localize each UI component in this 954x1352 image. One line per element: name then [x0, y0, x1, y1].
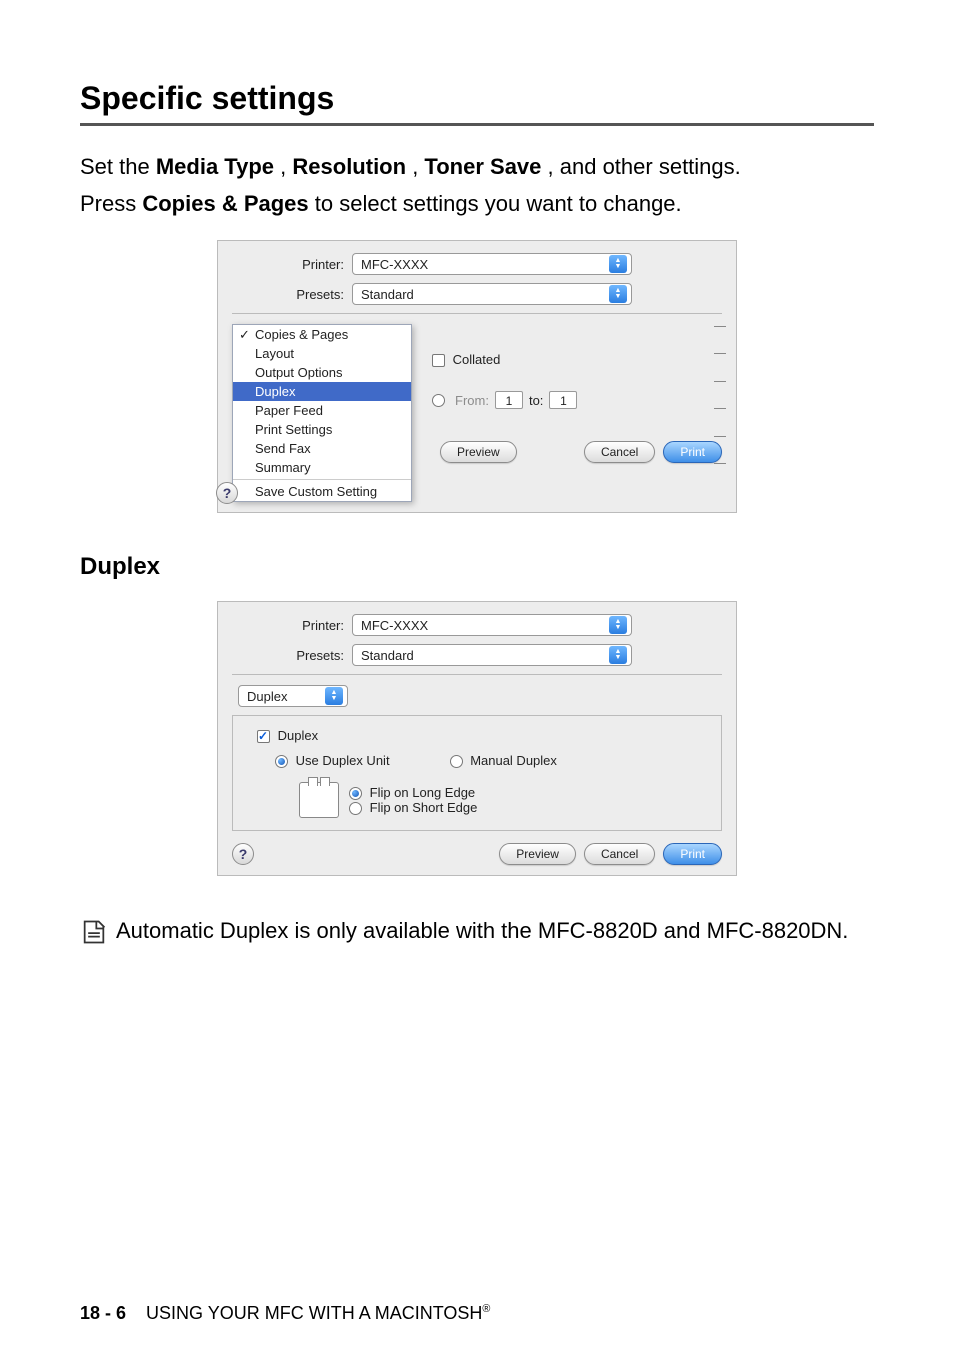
text: , and other settings. — [548, 154, 741, 179]
from-label: From: — [455, 393, 489, 408]
chevron-updown-icon: ▲▼ — [609, 285, 627, 303]
menu-item-copies-pages[interactable]: Copies & Pages — [233, 325, 411, 344]
menu-item-layout[interactable]: Layout — [233, 344, 411, 363]
chevron-updown-icon: ▲▼ — [609, 646, 627, 664]
intro-line-2: Press Copies & Pages to select settings … — [80, 187, 874, 220]
section-title: Specific settings — [80, 80, 874, 126]
help-button[interactable]: ? — [232, 843, 254, 865]
print-dialog-duplex: Printer: MFC-XXXX ▲▼ Presets: Standard ▲… — [217, 601, 737, 876]
collated-label: Collated — [453, 352, 501, 367]
from-field[interactable]: 1 — [495, 391, 523, 409]
from-radio[interactable] — [432, 394, 445, 407]
help-button[interactable]: ? — [216, 482, 238, 504]
cancel-button[interactable]: Cancel — [584, 441, 655, 463]
flip-short-edge-radio[interactable] — [349, 802, 362, 815]
to-label: to: — [529, 393, 543, 408]
bold-copies-pages: Copies & Pages — [142, 191, 308, 216]
printer-select[interactable]: MFC-XXXX ▲▼ — [352, 614, 632, 636]
manual-duplex-radio[interactable] — [450, 755, 463, 768]
text: to select settings you want to change. — [315, 191, 682, 216]
decorative-lines — [714, 326, 726, 464]
page-footer: 18 - 6 USING YOUR MFC WITH A MACINTOSH® — [80, 1303, 490, 1324]
bold-media-type: Media Type — [156, 154, 274, 179]
menu-item-paper-feed[interactable]: Paper Feed — [233, 401, 411, 420]
presets-label: Presets: — [232, 648, 352, 663]
panel-select[interactable]: Duplex ▲▼ — [238, 685, 348, 707]
chevron-updown-icon: ▲▼ — [325, 687, 343, 705]
duplex-diagram-icon — [299, 782, 339, 818]
menu-item-output-options[interactable]: Output Options — [233, 363, 411, 382]
manual-duplex-label: Manual Duplex — [470, 753, 557, 768]
note-icon — [80, 918, 110, 955]
cancel-button[interactable]: Cancel — [584, 843, 655, 865]
flip-long-edge-label: Flip on Long Edge — [370, 785, 476, 800]
printer-select[interactable]: MFC-XXXX ▲▼ — [352, 253, 632, 275]
text: , — [412, 154, 424, 179]
settings-dropdown-menu[interactable]: Copies & Pages Layout Output Options Dup… — [232, 324, 412, 502]
duplex-checkbox-label: Duplex — [278, 728, 318, 743]
menu-item-summary[interactable]: Summary — [233, 458, 411, 477]
printer-label: Printer: — [232, 257, 352, 272]
chevron-updown-icon: ▲▼ — [609, 616, 627, 634]
preview-button[interactable]: Preview — [440, 441, 517, 463]
duplex-checkbox[interactable] — [257, 730, 270, 743]
flip-long-edge-radio[interactable] — [349, 787, 362, 800]
page-number: 18 - 6 — [80, 1303, 126, 1323]
duplex-subhead: Duplex — [80, 553, 874, 581]
to-field[interactable]: 1 — [549, 391, 577, 409]
chevron-updown-icon: ▲▼ — [609, 255, 627, 273]
presets-select[interactable]: Standard ▲▼ — [352, 283, 632, 305]
menu-item-duplex[interactable]: Duplex — [233, 382, 411, 401]
bold-resolution: Resolution — [292, 154, 406, 179]
use-duplex-unit-label: Use Duplex Unit — [296, 753, 390, 768]
text: Set the — [80, 154, 156, 179]
presets-value: Standard — [361, 287, 603, 302]
preview-button[interactable]: Preview — [499, 843, 576, 865]
presets-select[interactable]: Standard ▲▼ — [352, 644, 632, 666]
footer-text: USING YOUR MFC WITH A MACINTOSH — [146, 1303, 482, 1323]
printer-value: MFC-XXXX — [361, 618, 603, 633]
menu-item-print-settings[interactable]: Print Settings — [233, 420, 411, 439]
menu-item-send-fax[interactable]: Send Fax — [233, 439, 411, 458]
text: Press — [80, 191, 142, 216]
print-button[interactable]: Print — [663, 843, 722, 865]
flip-short-edge-label: Flip on Short Edge — [370, 800, 478, 815]
presets-value: Standard — [361, 648, 603, 663]
printer-label: Printer: — [232, 618, 352, 633]
intro-line-1: Set the Media Type , Resolution , Toner … — [80, 150, 874, 183]
note: Automatic Duplex is only available with … — [80, 916, 874, 955]
panel-select-value: Duplex — [247, 689, 319, 704]
print-dialog-copies-pages: Printer: MFC-XXXX ▲▼ Presets: Standard ▲… — [217, 240, 737, 513]
use-duplex-unit-radio[interactable] — [275, 755, 288, 768]
registered-mark: ® — [482, 1303, 490, 1315]
text: , — [280, 154, 292, 179]
collated-checkbox[interactable] — [432, 354, 445, 367]
bold-toner-save: Toner Save — [424, 154, 541, 179]
presets-label: Presets: — [232, 287, 352, 302]
note-text: Automatic Duplex is only available with … — [116, 916, 848, 947]
printer-value: MFC-XXXX — [361, 257, 603, 272]
menu-item-save-custom[interactable]: Save Custom Setting — [233, 482, 411, 501]
